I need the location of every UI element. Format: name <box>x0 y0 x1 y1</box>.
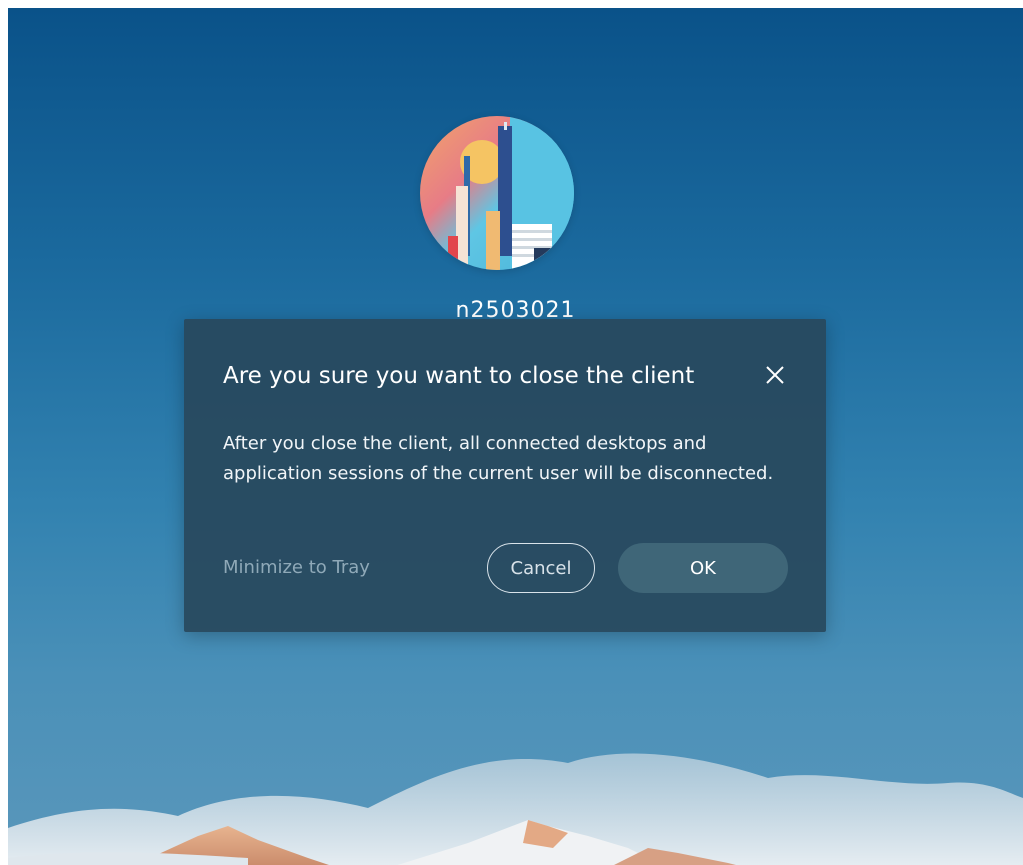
dialog-message: After you close the client, all connecte… <box>223 433 774 484</box>
minimize-to-tray-link[interactable]: Minimize to Tray <box>223 557 370 578</box>
cancel-button[interactable]: Cancel <box>487 543 595 593</box>
dialog-title: Are you sure you want to close the clien… <box>223 363 695 389</box>
login-screen: n2503021 Are you sure you want to close … <box>8 8 1023 865</box>
close-icon[interactable] <box>761 361 789 389</box>
mountain-background <box>8 753 1023 865</box>
city-skyline-avatar-icon <box>420 116 574 270</box>
close-client-dialog: Are you sure you want to close the clien… <box>184 319 826 632</box>
ok-button[interactable]: OK <box>618 543 788 593</box>
